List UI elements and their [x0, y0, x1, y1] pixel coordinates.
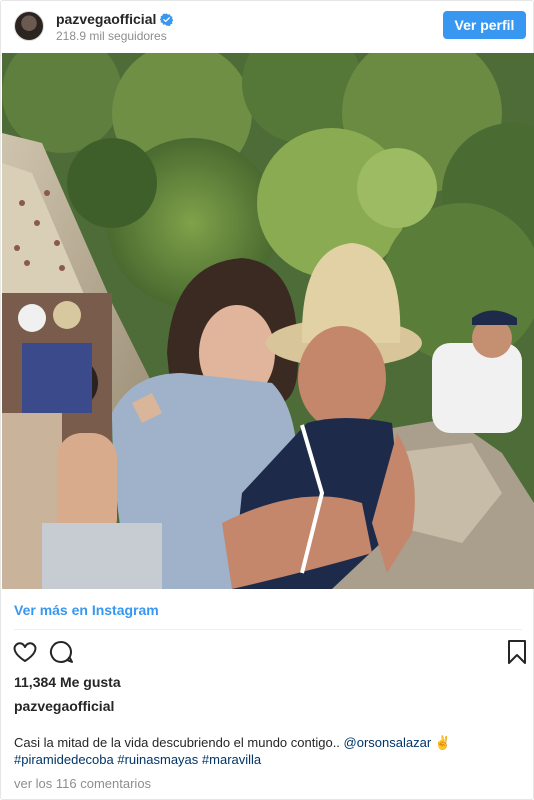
- peace-emoji: ✌: [434, 735, 451, 750]
- hashtag-link[interactable]: #maravilla: [202, 752, 261, 767]
- divider: [14, 629, 522, 630]
- like-count[interactable]: 11,384 Me gusta: [14, 674, 121, 690]
- avatar[interactable]: [14, 11, 44, 41]
- follower-count: 218.9 mil seguidores: [56, 29, 167, 43]
- comment-icon[interactable]: [48, 639, 74, 665]
- post-header: pazvegaofficial 218.9 mil seguidores Ver…: [1, 1, 533, 53]
- view-profile-button[interactable]: Ver perfil: [443, 11, 526, 39]
- owner-username[interactable]: pazvegaofficial: [14, 698, 114, 714]
- caption: Casi la mitad de la vida descubriendo el…: [14, 734, 519, 768]
- username-row: pazvegaofficial: [56, 11, 174, 27]
- heart-icon[interactable]: [12, 639, 38, 665]
- bookmark-icon[interactable]: [504, 639, 530, 665]
- post-photo-illustration: [2, 53, 534, 589]
- username[interactable]: pazvegaofficial: [56, 11, 156, 27]
- mention-link[interactable]: @orsonsalazar: [344, 735, 432, 750]
- view-more-link[interactable]: Ver más en Instagram: [14, 602, 159, 618]
- post-photo[interactable]: [2, 53, 534, 589]
- instagram-embed: pazvegaofficial 218.9 mil seguidores Ver…: [0, 0, 534, 800]
- hashtag-link[interactable]: #ruinasmayas: [117, 752, 198, 767]
- verified-badge-icon: [160, 13, 174, 26]
- hashtag-link[interactable]: #piramidedecoba: [14, 752, 114, 767]
- caption-text: Casi la mitad de la vida descubriendo el…: [14, 735, 344, 750]
- view-comments-link[interactable]: ver los 116 comentarios: [14, 776, 151, 791]
